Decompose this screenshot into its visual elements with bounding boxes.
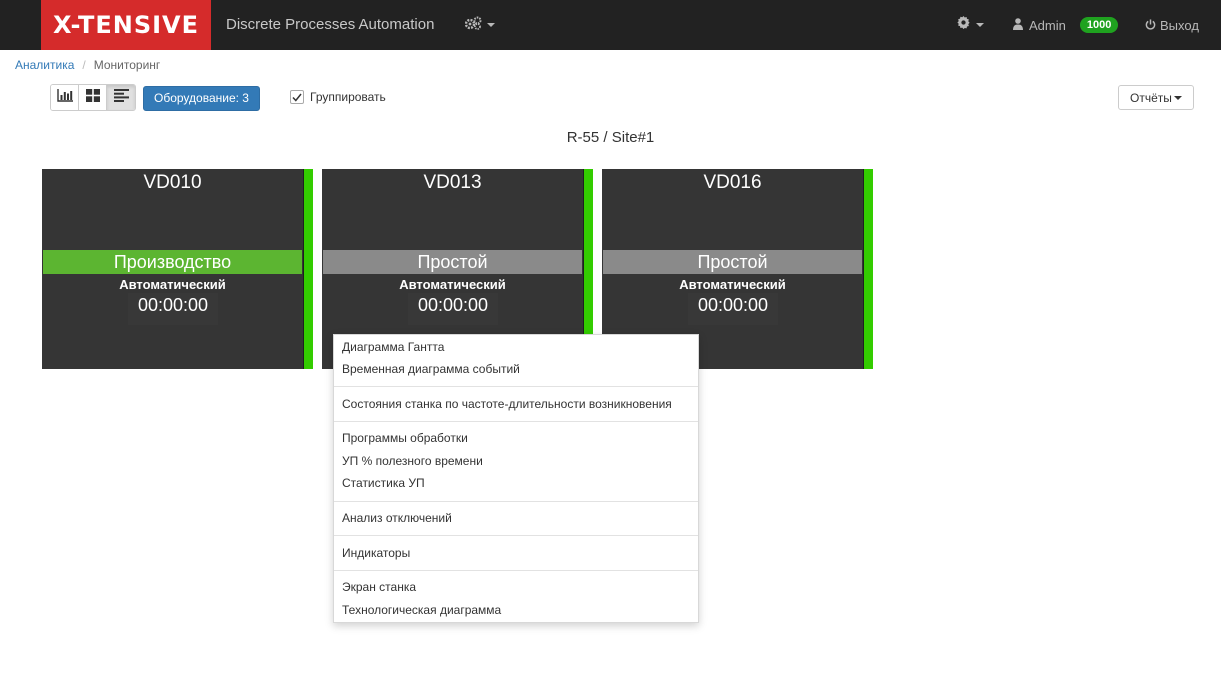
chevron-down-icon <box>1173 95 1182 100</box>
menu-divider <box>334 386 698 388</box>
logout-label: Выход <box>1160 17 1199 33</box>
chevron-down-icon <box>976 23 984 27</box>
menu-item-program-stats[interactable]: Статистика УП <box>334 472 698 495</box>
view-mode-group <box>50 84 136 111</box>
reports-dropdown-button[interactable]: Отчёты <box>1118 85 1194 110</box>
menu-item-gantt[interactable]: Диаграмма Гантта <box>334 336 698 359</box>
gear-icon <box>956 0 971 50</box>
chart-view-button[interactable] <box>51 85 79 110</box>
menu-divider <box>334 569 698 571</box>
logout-link[interactable]: Выход <box>1145 0 1199 50</box>
brand-logo[interactable]: X-TENSIVE <box>41 0 211 50</box>
modules-dropdown[interactable] <box>464 0 495 50</box>
list-view-button[interactable] <box>107 85 135 110</box>
machine-name: VD013 <box>423 172 482 193</box>
user-name: Admin <box>1029 17 1066 33</box>
menu-item-indicators[interactable]: Индикаторы <box>334 542 698 565</box>
menu-item-programs[interactable]: Программы обработки <box>334 427 698 450</box>
user-badge: 1000 <box>1079 17 1119 33</box>
menu-item-event-timeline[interactable]: Временная диаграмма событий <box>334 358 698 381</box>
menu-divider <box>334 535 698 537</box>
machine-timer: 00:00:00 <box>128 293 218 325</box>
menu-divider <box>334 420 698 422</box>
chevron-down-icon <box>487 23 495 27</box>
group-checkbox-control[interactable]: Группировать <box>290 90 386 104</box>
machine-state: Простой <box>603 250 862 274</box>
machine-state: Простой <box>323 250 582 274</box>
equipment-button[interactable]: Оборудование: 3 <box>143 86 260 111</box>
menu-item-shutdown-analysis[interactable]: Анализ отключений <box>334 507 698 530</box>
machine-status-bar <box>303 169 313 369</box>
menu-item-state-frequency[interactable]: Состояния станка по частоте-длительности… <box>334 393 698 416</box>
machine-name: VD010 <box>143 172 202 193</box>
reports-label: Отчёты <box>1130 90 1172 105</box>
bar-chart-icon <box>56 88 73 107</box>
breadcrumb: Аналитика / Мониторинг <box>15 58 160 72</box>
machine-mode: Автоматический <box>399 277 506 292</box>
menu-divider <box>334 500 698 502</box>
machine-mode: Автоматический <box>679 277 786 292</box>
machine-tile[interactable]: VD010 Производство Автоматический 00:00:… <box>42 169 313 369</box>
menu-item-machine-screen[interactable]: Экран станка <box>334 576 698 599</box>
machine-context-menu: Диаграмма Гантта Временная диаграмма соб… <box>333 334 699 623</box>
app-title[interactable]: Discrete Processes Automation <box>226 0 434 50</box>
checkmark-icon <box>292 93 302 102</box>
menu-item-tech-diagram[interactable]: Технологическая диаграмма <box>334 599 698 622</box>
group-title: R-55 / Site#1 <box>566 129 655 146</box>
grid-icon <box>85 88 100 107</box>
breadcrumb-separator: / <box>82 58 86 72</box>
group-checkbox-label: Группировать <box>310 90 386 104</box>
list-icon <box>113 88 129 107</box>
breadcrumb-analytics[interactable]: Аналитика <box>15 58 74 72</box>
user-icon <box>1013 17 1023 33</box>
breadcrumb-monitoring: Мониторинг <box>93 58 161 72</box>
user-menu[interactable]: Admin 1000 <box>1013 0 1119 50</box>
machine-timer: 00:00:00 <box>688 293 778 325</box>
grid-view-button[interactable] <box>79 85 107 110</box>
machine-timer: 00:00:00 <box>408 293 498 325</box>
machine-status-bar <box>863 169 873 369</box>
machine-mode: Автоматический <box>119 277 226 292</box>
group-checkbox[interactable] <box>290 90 304 104</box>
machine-name: VD016 <box>703 172 762 193</box>
power-icon <box>1145 18 1156 33</box>
cogs-icon <box>464 0 482 50</box>
menu-item-program-utilization[interactable]: УП % полезного времени <box>334 450 698 473</box>
machine-state: Производство <box>43 250 302 274</box>
settings-dropdown[interactable] <box>956 0 984 50</box>
top-navbar: X-TENSIVE Discrete Processes Automation <box>0 0 1221 50</box>
